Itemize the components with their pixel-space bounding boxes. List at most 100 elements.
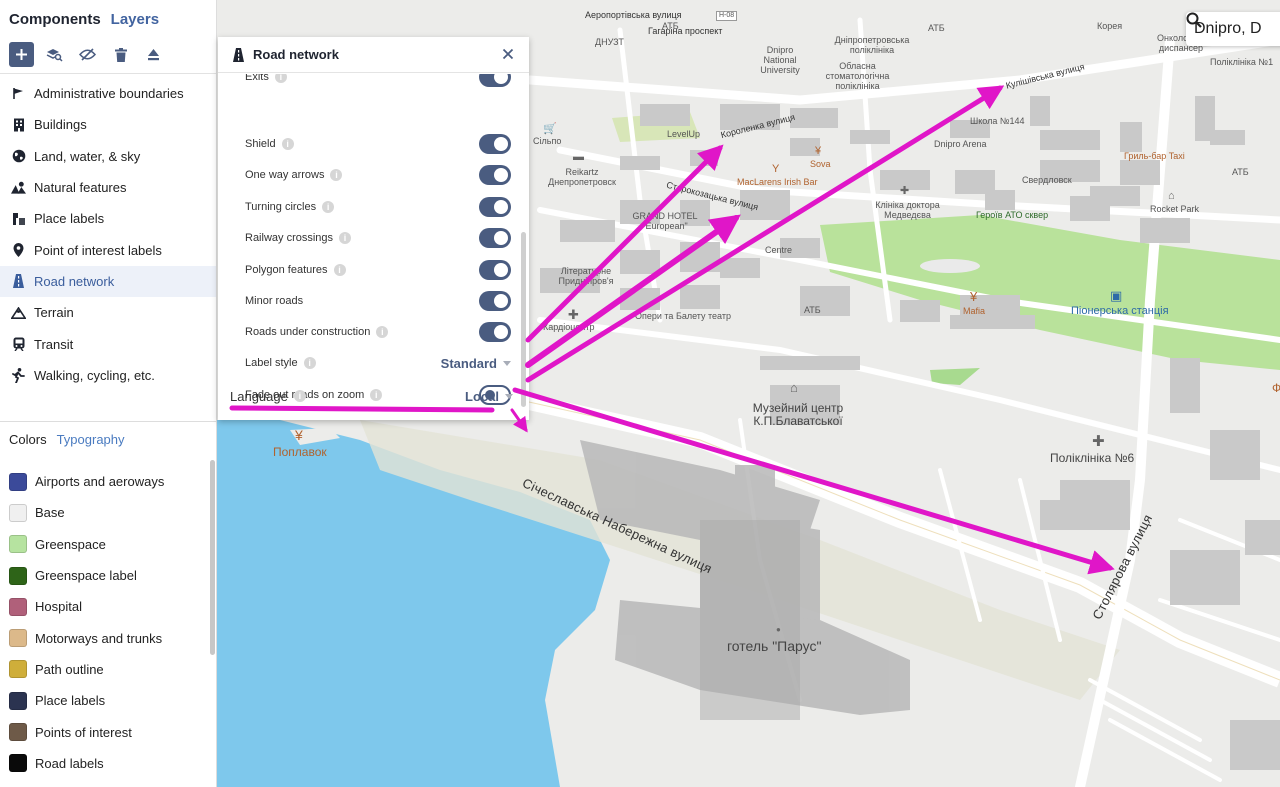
map-poi-label: Клініка доктора Медведєва: [875, 200, 940, 220]
tab-colors[interactable]: Colors: [9, 432, 47, 447]
map-street-label: Гагаріна проспект: [648, 26, 723, 36]
language-select[interactable]: Local: [465, 389, 513, 404]
sidebar-item-label: Terrain: [34, 305, 74, 321]
color-swatch[interactable]: [9, 660, 27, 679]
color-item-label: Greenspace label: [35, 568, 137, 584]
color-swatch[interactable]: [9, 723, 27, 742]
map-poi-label: Поліклініка №6: [1050, 451, 1135, 465]
color-swatch[interactable]: [9, 691, 27, 710]
map-poi-label: Dnipro National University: [760, 45, 800, 75]
sidebar-item-buildings[interactable]: Buildings: [0, 109, 216, 140]
option-label: One way arrows: [245, 169, 325, 181]
museum-icon: ⌂: [790, 380, 798, 395]
map-poi-label: Reikartz Днепропетровск: [548, 167, 616, 187]
color-swatch[interactable]: [9, 597, 27, 616]
train-icon: [13, 337, 24, 352]
color-item[interactable]: Path outline: [0, 654, 210, 685]
minor-roads-toggle[interactable]: [479, 291, 511, 311]
close-icon[interactable]: [500, 46, 516, 62]
option-label: Turning circles: [245, 201, 317, 213]
sidebar-item-land-water-sky[interactable]: Land, water, & sky: [0, 141, 216, 172]
option-row-turning-circles: Turning circles i: [245, 197, 511, 217]
sidebar-item-walking-cycling[interactable]: Walking, cycling, etc.: [0, 360, 216, 391]
terrain-icon: [11, 306, 26, 319]
color-item[interactable]: Base: [0, 497, 210, 528]
hotel-dot-icon: ●: [776, 625, 781, 634]
map-poi-label: Героїв АТО сквер: [976, 210, 1049, 220]
exits-toggle[interactable]: [479, 74, 511, 87]
sidebar-item-transit[interactable]: Transit: [0, 328, 216, 359]
info-icon[interactable]: i: [376, 326, 389, 338]
color-item[interactable]: Airports and aeroways: [0, 466, 210, 497]
panel-header: Road network: [218, 37, 529, 73]
panel-title: Road network: [253, 47, 339, 62]
sidebar-item-administrative-boundaries[interactable]: Administrative boundaries: [0, 78, 216, 109]
map-poi-label: Поліклініка №1: [1210, 57, 1274, 67]
color-swatch[interactable]: [9, 754, 27, 773]
filter-layers-button[interactable]: [42, 42, 67, 67]
color-item-label: Path outline: [35, 661, 104, 677]
color-swatch[interactable]: [9, 566, 27, 585]
label-style-select[interactable]: Standard: [441, 356, 511, 371]
sidebar-item-road-network[interactable]: Road network: [0, 265, 216, 298]
color-item[interactable]: Motorways and trunks: [0, 622, 210, 653]
map-poi-label: Літературне Придніпров'я: [558, 266, 614, 286]
info-icon[interactable]: i: [322, 201, 335, 213]
color-swatch[interactable]: [9, 503, 27, 522]
sidebar-item-terrain[interactable]: Terrain: [0, 297, 216, 328]
option-row-roads-under-construction: Roads under construction i: [245, 322, 511, 342]
eject-button[interactable]: [141, 42, 166, 67]
info-icon[interactable]: i: [330, 169, 343, 181]
shield-toggle[interactable]: [479, 134, 511, 154]
color-swatch[interactable]: [9, 535, 27, 554]
layers-search-icon: [46, 49, 63, 62]
map-search-box[interactable]: Dnipro, D: [1186, 12, 1280, 46]
restaurant-icon: ¥: [295, 427, 303, 443]
medical-cross-icon: ✚: [568, 307, 579, 322]
info-icon[interactable]: i: [274, 74, 287, 83]
color-item[interactable]: Greenspace: [0, 529, 210, 560]
color-list-scrollbar[interactable]: [210, 460, 215, 655]
color-item[interactable]: Road labels: [0, 748, 210, 779]
map-street-label: Аеропортівська вулиця: [585, 10, 682, 20]
roads-under-construction-toggle[interactable]: [479, 322, 511, 342]
medical-cross-icon: ✚: [1092, 433, 1105, 450]
tab-typography[interactable]: Typography: [57, 432, 125, 447]
turning-circles-toggle[interactable]: [479, 197, 511, 217]
one-way-arrows-toggle[interactable]: [479, 165, 511, 185]
map-poi-label: GRAND HOTEL "European": [632, 211, 698, 231]
eject-icon: [148, 49, 159, 61]
color-item[interactable]: Points of interest: [0, 716, 210, 747]
info-icon[interactable]: i: [303, 357, 316, 369]
search-input[interactable]: Dnipro, D: [1194, 20, 1262, 38]
sidebar-item-place-labels[interactable]: Place labels: [0, 203, 216, 234]
info-icon[interactable]: i: [293, 390, 306, 402]
polygon-features-toggle[interactable]: [479, 260, 511, 280]
option-row-one-way-arrows: One way arrows i: [245, 165, 511, 185]
color-item-label: Points of interest: [35, 724, 132, 740]
hide-button[interactable]: [75, 42, 100, 67]
railway-crossings-toggle[interactable]: [479, 228, 511, 248]
panel-scrollbar[interactable]: [521, 232, 526, 407]
components-toolbar: [0, 36, 216, 74]
sidebar-item-label: Transit: [34, 336, 74, 352]
sidebar-item-poi-labels[interactable]: Point of interest labels: [0, 234, 216, 265]
color-swatch[interactable]: [9, 472, 27, 491]
add-component-button[interactable]: [9, 42, 34, 67]
plus-icon: [16, 49, 27, 60]
color-item[interactable]: Place labels: [0, 685, 210, 716]
walking-icon: [12, 367, 25, 383]
tab-components[interactable]: Components: [9, 11, 101, 36]
color-item[interactable]: Greenspace label: [0, 560, 210, 591]
sidebar-item-label: Administrative boundaries: [34, 86, 184, 102]
color-swatch[interactable]: [9, 629, 27, 648]
info-icon[interactable]: i: [339, 232, 352, 244]
delete-button[interactable]: [108, 42, 133, 67]
tab-layers[interactable]: Layers: [111, 11, 159, 36]
bed-icon: ▬: [573, 151, 584, 163]
color-item[interactable]: Hospital: [0, 591, 210, 622]
option-row-exits: Exits i: [245, 74, 511, 87]
info-icon[interactable]: i: [281, 138, 294, 150]
info-icon[interactable]: i: [333, 264, 346, 276]
sidebar-item-natural-features[interactable]: Natural features: [0, 172, 216, 203]
